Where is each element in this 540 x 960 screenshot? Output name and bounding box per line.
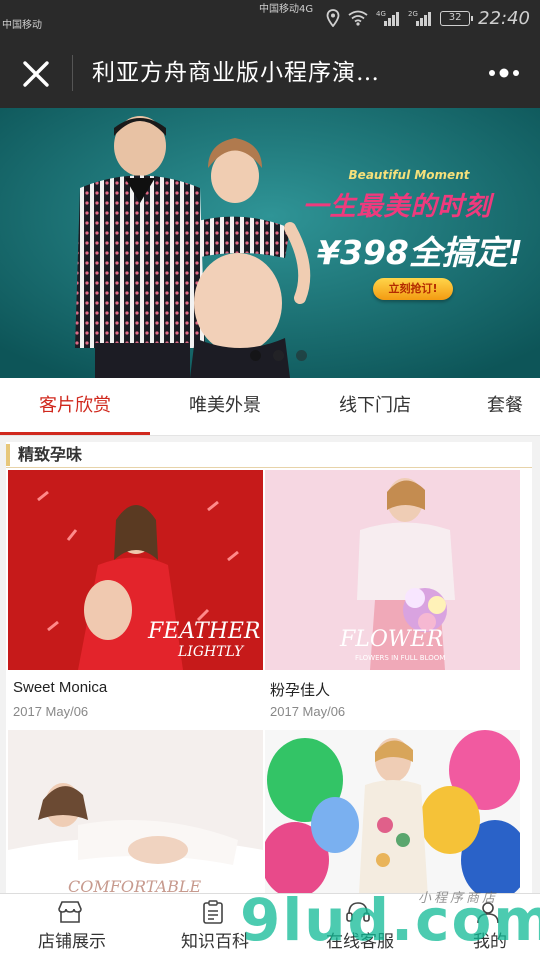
section-title: 精致孕味 [18, 445, 83, 464]
photo-overlay-subtext: LIGHTLY [177, 644, 245, 660]
location-icon [326, 9, 340, 27]
clipboard-icon [203, 900, 223, 924]
banner-cta-button[interactable]: 立刻抢订! [373, 278, 453, 300]
bottom-tab-knowledge[interactable]: 知识百科 [145, 894, 280, 960]
card-title: 粉孕佳人 [270, 682, 331, 699]
nav-divider [72, 55, 73, 91]
bottom-tab-label: 知识百科 [181, 932, 249, 952]
carousel-dots [250, 350, 307, 361]
card-date: 2017 May/06 [270, 704, 346, 719]
active-tab-indicator [0, 432, 150, 435]
gallery-photo: FLOWER FLOWERS IN FULL BLOOM [265, 470, 520, 670]
carousel-dot[interactable] [296, 350, 307, 361]
card-date: 2017 May/06 [13, 704, 89, 719]
wifi-icon [348, 10, 368, 26]
photo-overlay-text: FLOWER [339, 627, 443, 652]
bottom-tab-label: 在线客服 [326, 932, 394, 952]
close-icon[interactable] [18, 56, 54, 92]
banner-price: ¥398全搞定! [317, 233, 523, 272]
svg-text:4G: 4G [376, 10, 386, 18]
carousel-dot[interactable] [273, 350, 284, 361]
card-title: Sweet Monica [13, 679, 108, 696]
gallery-card[interactable] [265, 730, 520, 898]
status-bar: 中国移动4G 中国移动 4G 2G 32 22:40 [0, 0, 540, 38]
section-header: 精致孕味 [6, 442, 532, 468]
gallery-card[interactable]: COMFORTABLE [8, 730, 263, 898]
gallery-photo: FEATHER LIGHTLY [8, 470, 263, 670]
tab-outdoor[interactable]: 唯美外景 [150, 378, 300, 435]
signal-4g-icon: 4G [376, 10, 400, 26]
battery-icon: 32 [440, 10, 474, 26]
more-options-icon[interactable] [488, 63, 520, 83]
banner-headline: 一生最美的时刻 [302, 192, 492, 222]
gallery-card[interactable]: FLOWER FLOWERS IN FULL BLOOM 粉孕佳人 2017 M… [265, 470, 520, 726]
bottom-tab-label: 我的 [473, 932, 507, 952]
gallery-photo: COMFORTABLE [8, 730, 263, 898]
section-accent-bar [6, 444, 10, 466]
bottom-tab-bar: 店铺展示 知识百科 在线客服 我的 [0, 893, 540, 960]
bottom-tab-me[interactable]: 我的 [420, 894, 540, 960]
store-icon [58, 901, 82, 923]
nav-bar: 利亚方舟商业版小程序演… [0, 38, 540, 108]
tab-offline-store[interactable]: 线下门店 [300, 378, 450, 435]
bottom-tab-store[interactable]: 店铺展示 [2, 894, 137, 960]
page-title: 利亚方舟商业版小程序演… [92, 60, 380, 86]
bottom-tab-label: 店铺展示 [38, 932, 106, 952]
status-icons: 4G 2G 32 22:40 [326, 7, 530, 29]
banner-tagline: Beautiful Moment [348, 168, 470, 182]
category-tabs: 客片欣赏 唯美外景 线下门店 套餐 [0, 378, 540, 436]
bottom-tab-service[interactable]: 在线客服 [290, 894, 425, 960]
tab-client-photos[interactable]: 客片欣赏 [0, 378, 150, 435]
photo-overlay-subtext: FLOWERS IN FULL BLOOM [355, 654, 445, 662]
carousel-dot[interactable] [250, 350, 261, 361]
gallery-grid: FEATHER LIGHTLY Sweet Monica 2017 May/06… [6, 468, 532, 898]
headset-icon [346, 902, 370, 922]
svg-text:2G: 2G [408, 10, 418, 18]
signal-2g-icon: 2G [408, 10, 432, 26]
user-icon [477, 902, 499, 924]
gallery-card[interactable]: FEATHER LIGHTLY Sweet Monica 2017 May/06 [8, 470, 263, 726]
tab-packages[interactable]: 套餐 [450, 378, 540, 435]
photo-overlay-text: FEATHER [147, 619, 261, 644]
clock: 22:40 [478, 7, 530, 29]
gallery-photo [265, 730, 520, 898]
banner-carousel[interactable]: Beautiful Moment 一生最美的时刻 ¥398全搞定! 立刻抢订! [0, 108, 540, 378]
